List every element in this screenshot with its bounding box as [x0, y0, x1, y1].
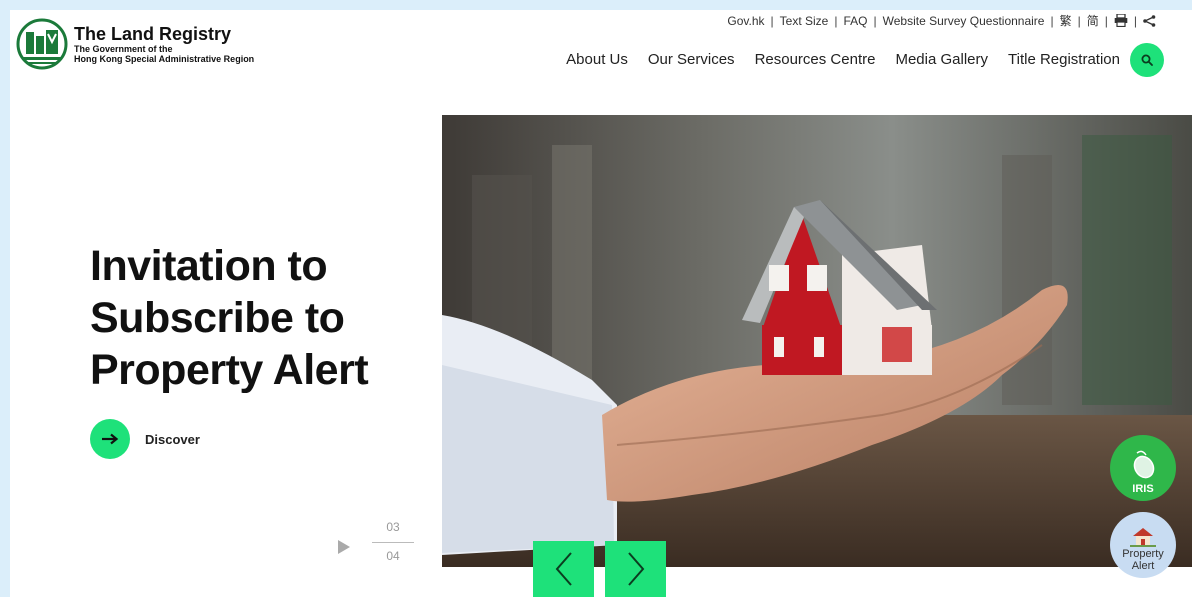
- separator: |: [1050, 13, 1054, 28]
- chevron-right-icon: [627, 552, 644, 586]
- nav-about-us[interactable]: About Us: [566, 51, 628, 68]
- utility-bar: Gov.hk | Text Size | FAQ | Website Surve…: [727, 12, 1156, 29]
- logo-subtitle-1: The Government of the: [74, 44, 173, 54]
- traditional-chinese-link[interactable]: 繁: [1060, 12, 1072, 29]
- hero-illustration: [442, 115, 1192, 567]
- share-icon[interactable]: [1143, 14, 1156, 27]
- carousel-prev-button[interactable]: [533, 541, 594, 597]
- arrow-right-icon: [102, 433, 119, 445]
- logo-title: The Land Registry: [74, 24, 232, 44]
- iris-label: IRIS: [1132, 483, 1154, 495]
- text-size-link[interactable]: Text Size: [780, 14, 829, 28]
- search-button[interactable]: [1130, 43, 1164, 77]
- discover-button[interactable]: Discover: [90, 419, 200, 459]
- hero-headline: Invitation to Subscribe to Property Aler…: [90, 240, 369, 396]
- nav-title-registration[interactable]: Title Registration: [1008, 51, 1120, 68]
- carousel-next-button[interactable]: [605, 541, 666, 597]
- play-icon[interactable]: [337, 539, 351, 555]
- faq-link[interactable]: FAQ: [843, 14, 867, 28]
- separator: |: [770, 13, 774, 28]
- property-alert-label-1: Property: [1122, 548, 1164, 560]
- hero-line-3-highlighted: Property Alert: [90, 346, 369, 394]
- govhk-link[interactable]: Gov.hk: [727, 14, 764, 28]
- simplified-chinese-link[interactable]: 简: [1087, 12, 1099, 29]
- page-frame: The Land Registry The Government of the …: [10, 10, 1192, 597]
- nav-our-services[interactable]: Our Services: [648, 51, 735, 68]
- nav-resources-centre[interactable]: Resources Centre: [755, 51, 876, 68]
- separator: |: [1104, 13, 1108, 28]
- chevron-left-icon: [555, 552, 572, 586]
- nav-media-gallery[interactable]: Media Gallery: [895, 51, 988, 68]
- slide-total: 04: [386, 549, 400, 563]
- land-registry-emblem-icon: [16, 18, 68, 70]
- land-registry-logo[interactable]: The Land Registry The Government of the …: [16, 18, 254, 70]
- logo-subtitle-2: Hong Kong Special Administrative Region: [74, 54, 255, 64]
- hero-line-1: Invitation to: [90, 242, 328, 290]
- house-icon: [1130, 528, 1156, 547]
- hero-image-house-in-hands: [442, 115, 1192, 567]
- logo-text: The Land Registry The Government of the …: [74, 24, 254, 64]
- main-nav: About Us Our Services Resources Centre M…: [546, 51, 1120, 68]
- discover-circle: [90, 419, 130, 459]
- separator: |: [1077, 13, 1081, 28]
- property-alert-label-2: Alert: [1131, 560, 1155, 572]
- separator: |: [1133, 13, 1137, 28]
- separator: |: [873, 13, 877, 28]
- slide-pager: 03 04: [372, 520, 414, 563]
- pager-divider: [372, 542, 414, 543]
- search-icon: [1141, 54, 1153, 66]
- print-icon[interactable]: [1114, 14, 1128, 27]
- mouse-icon: [1133, 450, 1155, 479]
- separator: |: [834, 13, 838, 28]
- hero-line-2: Subscribe to: [90, 294, 345, 342]
- discover-label: Discover: [145, 431, 200, 447]
- slide-current: 03: [386, 520, 400, 534]
- survey-link[interactable]: Website Survey Questionnaire: [883, 14, 1045, 28]
- iris-button[interactable]: IRIS: [1110, 435, 1176, 501]
- property-alert-button[interactable]: Property Alert: [1110, 512, 1176, 578]
